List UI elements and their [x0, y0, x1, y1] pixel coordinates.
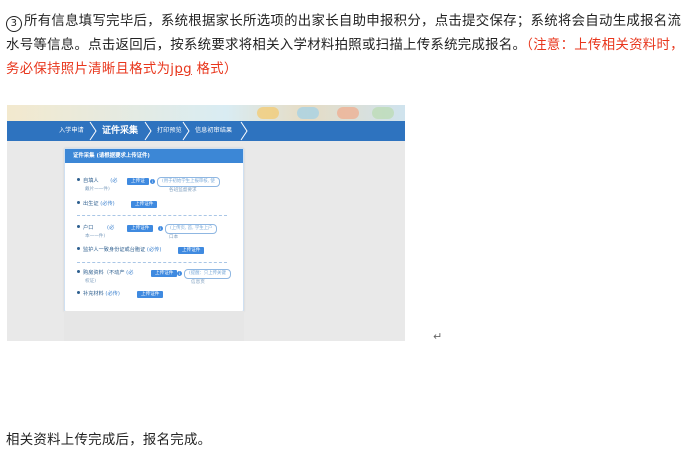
item-label: 购房资料（不动产 (必 [77, 269, 133, 278]
document-panel: 证件采集 (请根据要求上传证件) 自填人 (必 戴片一一件) 上传证 i (用于… [64, 148, 244, 312]
item-label: 监护人一致身份证或台胞证 (必传) [77, 246, 161, 255]
return-mark: ↵ [433, 330, 443, 343]
upload-button[interactable]: 上传证件 [151, 270, 178, 277]
upload-button[interactable]: 上传证件 [131, 201, 158, 208]
divider [77, 262, 227, 263]
banner-deco [337, 107, 359, 119]
note-part2: 务必保持照片清晰且格式为 [6, 62, 171, 77]
item-sub: 戴片一一件) [85, 187, 110, 192]
chevron-right-icon [182, 121, 190, 141]
paragraph-line1: 所有信息填写完毕后，系统根据家长所选项的出家长自助申报积分，点击提交保存；系统将… [24, 14, 682, 29]
note-part1: （注意：上传相关资料时， [526, 38, 684, 53]
hint-sub: 口本 [169, 235, 179, 240]
item-label: 补充材料 (必传) [77, 290, 120, 299]
instruction-paragraph: 3 所有信息填写完毕后，系统根据家长所选项的出家长自助申报积分，点击提交保存；系统… [6, 10, 696, 82]
info-icon: i [150, 179, 155, 184]
info-icon: i [177, 271, 182, 276]
chevron-right-icon [240, 121, 248, 141]
banner-deco [257, 107, 279, 119]
step-print[interactable]: 打印预览 [157, 121, 182, 141]
item-sub: 权证) [85, 279, 96, 284]
upload-button[interactable]: 上传证 [127, 178, 149, 185]
upload-button[interactable]: 上传证件 [178, 247, 205, 254]
item-label: 户口 (必 [77, 224, 114, 233]
hint-text: (上传页, 首, 学生上户 [165, 224, 218, 234]
banner-image [7, 105, 405, 121]
banner-deco [297, 107, 319, 119]
chevron-right-icon [144, 121, 152, 141]
note-part3: 格式） [191, 62, 238, 77]
hint-sub: 各班监督要求 [169, 188, 197, 193]
panel-footer-area [64, 311, 244, 341]
chevron-right-icon [89, 121, 97, 141]
step-result[interactable]: 信息初审结果 [195, 121, 232, 141]
step-collect[interactable]: 证件采集 [102, 121, 138, 141]
hint-text: (用于初始学生上报审核, 使 [157, 177, 220, 187]
embedded-screenshot: 入学申请 证件采集 打印预览 信息初审结果 证件采集 (请根据要求上传证件) 自… [7, 105, 405, 341]
info-icon: i [158, 226, 163, 231]
item-sub: 本一一件) [85, 234, 106, 239]
panel-title: 证件采集 (请根据要求上传证件) [65, 149, 243, 163]
upload-button[interactable]: 上传证件 [137, 291, 164, 298]
upload-button[interactable]: 上传证件 [127, 225, 154, 232]
paragraph-line2: 水号等信息。点击返回后，按系统要求将相关入学材料拍照或扫描上传系统完成报名。 [6, 38, 527, 53]
step-marker: 3 [6, 16, 22, 32]
step-bar: 入学申请 证件采集 打印预览 信息初审结果 [7, 121, 405, 141]
final-paragraph: 相关资料上传完成后，报名完成。 [6, 433, 212, 448]
divider [77, 215, 227, 216]
note-format: jpg [170, 62, 192, 77]
step-apply[interactable]: 入学申请 [59, 121, 84, 141]
banner-deco [372, 107, 394, 119]
hint-text: (提醒：只上传关键 [184, 269, 231, 279]
item-label: 自填人 (必 [77, 177, 117, 186]
item-label: 出生证 (必传) [77, 200, 115, 209]
hint-sub: 信息页 [191, 280, 205, 285]
